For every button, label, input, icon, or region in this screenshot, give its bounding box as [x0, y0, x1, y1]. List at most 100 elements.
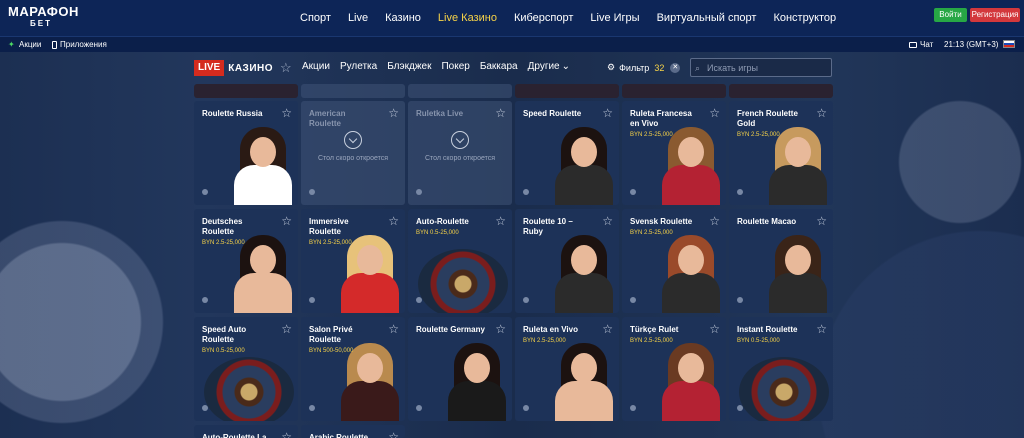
category-tab[interactable]: Другие — [528, 61, 560, 72]
game-tile[interactable]: Roulette 10 – Ruby ☆ — [515, 209, 619, 313]
game-limit: BYN 0.5-25,000 — [202, 348, 245, 354]
game-tile[interactable]: Deutsches Roulette BYN 2.5-25,000 ☆ — [194, 209, 298, 313]
game-tile-partial-top[interactable] — [408, 84, 512, 98]
game-tile[interactable]: Svensk Roulette BYN 2.5-25,000 ☆ — [622, 209, 726, 313]
favorite-star-icon[interactable]: ☆ — [816, 322, 827, 336]
game-tile[interactable]: Auto-Roulette La ☆ — [194, 425, 298, 438]
top-navigation-bar: МАРАФОН БЕТ Спорт Live Казино Live Казино Ки… — [0, 0, 1024, 36]
favorite-star-icon[interactable]: ☆ — [602, 214, 613, 228]
chevron-down-icon: ⌄ — [561, 61, 571, 72]
dealer-photo — [656, 233, 726, 313]
favorite-star-icon[interactable]: ☆ — [495, 322, 506, 336]
roulette-wheel-image — [418, 249, 508, 313]
game-title-text: Roulette Macao — [737, 217, 797, 226]
provider-icon — [416, 189, 422, 195]
provider-icon — [202, 189, 208, 195]
favorite-star-icon[interactable]: ☆ — [281, 430, 292, 438]
game-tile[interactable]: French Roulette Gold BYN 2.5-25,000 ☆ — [729, 101, 833, 205]
favorite-star-icon[interactable]: ☆ — [709, 214, 720, 228]
nav-item[interactable]: Киберспорт — [514, 12, 573, 24]
provider-icon — [309, 297, 315, 303]
favorite-star-icon[interactable]: ☆ — [281, 322, 292, 336]
game-tile[interactable]: Speed Roulette ☆ — [515, 101, 619, 205]
provider-icon — [416, 297, 422, 303]
favorite-star-icon[interactable]: ☆ — [602, 322, 613, 336]
dealer-face — [250, 137, 276, 167]
game-tile-partial-top[interactable] — [515, 84, 619, 98]
search-input[interactable]: ⌕ Искать игры — [690, 58, 832, 77]
casino-background — [0, 52, 1024, 438]
category-tab[interactable]: Акции — [302, 61, 330, 72]
game-tile[interactable]: Speed Auto Roulette BYN 0.5-25,000 ☆ — [194, 317, 298, 421]
favorite-star-icon[interactable]: ☆ — [388, 106, 399, 120]
chat-icon — [909, 41, 917, 48]
provider-icon — [630, 189, 636, 195]
favorite-star-icon[interactable]: ☆ — [388, 322, 399, 336]
provider-icon — [523, 405, 529, 411]
chat-link[interactable]: Чат — [909, 40, 933, 49]
favorite-star-icon[interactable]: ☆ — [816, 214, 827, 228]
brand-logo[interactable]: МАРАФОН БЕТ — [8, 5, 78, 31]
game-limit: BYN 2.5-25,000 — [737, 132, 780, 138]
favorite-star-icon[interactable]: ☆ — [388, 430, 399, 438]
category-tab[interactable]: Покер — [441, 61, 469, 72]
game-tile[interactable]: American Roulette ☆ Стол скоро откроется — [301, 101, 405, 205]
favorite-star-icon[interactable]: ☆ — [602, 106, 613, 120]
game-tile[interactable]: Ruleta Francesa en Vivo BYN 2.5-25,000 ☆ — [622, 101, 726, 205]
game-title: Instant Roulette BYN 0.5-25,000 — [737, 325, 807, 346]
favorite-star-icon[interactable]: ☆ — [709, 106, 720, 120]
game-tile[interactable]: Instant Roulette BYN 0.5-25,000 ☆ — [729, 317, 833, 421]
favorite-star-icon[interactable]: ☆ — [281, 106, 292, 120]
nav-item[interactable]: Спорт — [300, 12, 331, 24]
game-tile[interactable]: Roulette Macao ☆ — [729, 209, 833, 313]
game-tile[interactable]: Türkçe Rulet BYN 2.5-25,000 ☆ — [622, 317, 726, 421]
game-title: Ruleta Francesa en Vivo BYN 2.5-25,000 — [630, 109, 700, 140]
apps-link[interactable]: Приложения — [52, 40, 107, 49]
game-title: Speed Roulette — [523, 109, 593, 119]
category-tab[interactable]: Блэкджек — [387, 61, 431, 72]
dealer-body — [662, 381, 720, 421]
nav-item[interactable]: Live Казино — [438, 12, 497, 24]
favorite-star-icon[interactable]: ☆ — [709, 322, 720, 336]
language-flag-icon[interactable] — [1003, 40, 1015, 48]
category-tab[interactable]: Баккара — [480, 61, 518, 72]
game-tile[interactable]: Roulette Germany ☆ — [408, 317, 512, 421]
game-tile[interactable]: Ruletka Live ☆ Стол скоро откроется — [408, 101, 512, 205]
game-title-text: Arabic Roulette — [309, 433, 369, 438]
dealer-photo — [228, 125, 298, 205]
favorite-star-icon[interactable]: ☆ — [388, 214, 399, 228]
game-tile[interactable]: Immersive Roulette BYN 2.5-25,000 ☆ — [301, 209, 405, 313]
promos-link[interactable]: ✦ Акции — [8, 40, 41, 49]
game-title-text: Auto-Roulette — [416, 217, 469, 226]
register-button[interactable]: Регистрация — [970, 8, 1020, 22]
favorites-star-icon[interactable]: ☆ — [280, 60, 292, 76]
game-tile-partial-top[interactable] — [301, 84, 405, 98]
favorite-star-icon[interactable]: ☆ — [495, 106, 506, 120]
dealer-face — [678, 353, 704, 383]
game-tile[interactable]: Roulette Russia ☆ — [194, 101, 298, 205]
game-tile[interactable]: Arabic Roulette ☆ — [301, 425, 405, 438]
game-tile[interactable]: Auto-Roulette BYN 0.5-25,000 ☆ — [408, 209, 512, 313]
game-title-text: Roulette Germany — [416, 325, 485, 334]
nav-item[interactable]: Виртуальный спорт — [657, 12, 757, 24]
favorite-star-icon[interactable]: ☆ — [816, 106, 827, 120]
game-tile-partial-top[interactable] — [194, 84, 298, 98]
game-title-text: French Roulette Gold — [737, 109, 798, 128]
game-tile-partial-top[interactable] — [622, 84, 726, 98]
dealer-face — [571, 137, 597, 167]
nav-item[interactable]: Live Игры — [590, 12, 639, 24]
nav-item[interactable]: Казино — [385, 12, 421, 24]
category-tab[interactable]: Рулетка — [340, 61, 377, 72]
game-tile[interactable]: Ruleta en Vivo BYN 2.5-25,000 ☆ — [515, 317, 619, 421]
nav-item[interactable]: Конструктор — [773, 12, 836, 24]
game-tile[interactable]: Salon Privé Roulette BYN 500-50,000 ☆ — [301, 317, 405, 421]
provider-icon — [202, 297, 208, 303]
game-title: Roulette 10 – Ruby — [523, 217, 593, 237]
filter-button[interactable]: ⚙ Фильтр 32 ✕ — [607, 62, 681, 73]
game-tile-partial-top[interactable] — [729, 84, 833, 98]
favorite-star-icon[interactable]: ☆ — [281, 214, 292, 228]
nav-item[interactable]: Live — [348, 12, 368, 24]
login-button[interactable]: Войти — [934, 8, 967, 22]
favorite-star-icon[interactable]: ☆ — [495, 214, 506, 228]
clear-filter-icon[interactable]: ✕ — [670, 62, 681, 73]
